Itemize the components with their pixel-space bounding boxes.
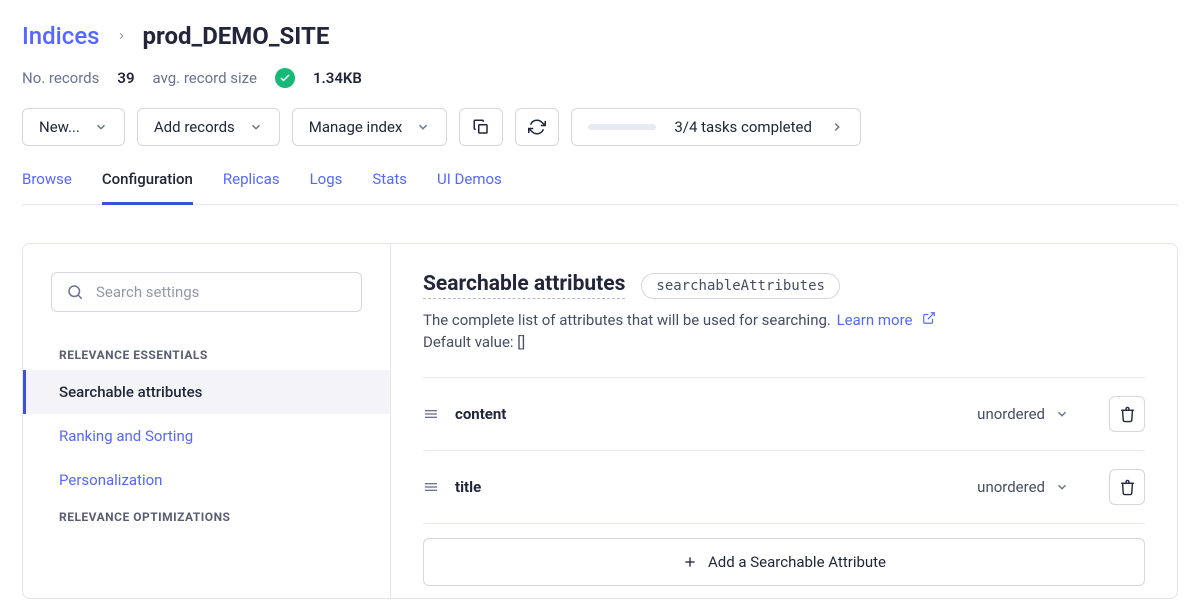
progress-bar	[588, 124, 656, 130]
add-attribute-button[interactable]: Add a Searchable Attribute	[423, 538, 1145, 586]
refresh-icon	[528, 118, 546, 136]
tab-configuration[interactable]: Configuration	[102, 170, 193, 205]
api-name-chip: searchableAttributes	[641, 273, 840, 299]
tab-replicas[interactable]: Replicas	[223, 170, 280, 205]
manage-index-button[interactable]: Manage index	[292, 108, 448, 146]
search-settings-box[interactable]	[51, 272, 362, 312]
settings-sidebar: RELEVANCE ESSENTIALSSearchable attribute…	[23, 244, 391, 598]
tab-logs[interactable]: Logs	[310, 170, 343, 205]
tab-stats[interactable]: Stats	[372, 170, 407, 205]
order-select[interactable]: unordered	[977, 405, 1069, 423]
check-circle-icon	[275, 68, 295, 88]
attribute-name: content	[455, 405, 961, 423]
new-button[interactable]: New...	[22, 108, 125, 146]
section-title: Searchable attributes	[423, 272, 625, 299]
sidebar-section-label: RELEVANCE ESSENTIALS	[23, 340, 390, 370]
chevron-right-icon	[830, 120, 844, 134]
attribute-row: title unordered	[423, 451, 1145, 524]
attribute-name: title	[455, 478, 961, 496]
records-value: 39	[117, 69, 134, 87]
chevron-right-icon	[116, 28, 127, 44]
index-meta: No. records 39 avg. record size 1.34KB	[22, 68, 1178, 88]
learn-more-link[interactable]: Learn more	[837, 311, 913, 329]
tasks-label: 3/4 tasks completed	[674, 118, 812, 136]
avg-size-value: 1.34KB	[313, 69, 362, 87]
drag-handle-icon[interactable]	[423, 479, 439, 495]
toolbar: New... Add records Manage index	[22, 108, 1178, 146]
tab-ui-demos[interactable]: UI Demos	[437, 170, 502, 205]
tabs: Browse Configuration Replicas Logs Stats UI D…	[22, 170, 1178, 205]
records-label: No. records	[22, 69, 99, 87]
add-records-button[interactable]: Add records	[137, 108, 280, 146]
avg-size-label: avg. record size	[153, 69, 257, 87]
breadcrumb-current: prod_DEMO_SITE	[143, 22, 330, 50]
chevron-down-icon	[249, 120, 263, 134]
search-icon	[66, 283, 84, 301]
tab-browse[interactable]: Browse	[22, 170, 72, 205]
delete-attribute-button[interactable]	[1109, 396, 1145, 432]
breadcrumb: Indices prod_DEMO_SITE	[22, 22, 1178, 50]
chevron-down-icon	[416, 120, 430, 134]
sidebar-section-label: RELEVANCE OPTIMIZATIONS	[23, 502, 390, 532]
tasks-progress-button[interactable]: 3/4 tasks completed	[571, 108, 861, 146]
sidebar-item-ranking-and-sorting[interactable]: Ranking and Sorting	[23, 414, 390, 458]
plus-icon	[682, 554, 698, 570]
default-value: Default value: []	[423, 333, 1145, 351]
chevron-down-icon	[94, 120, 108, 134]
delete-attribute-button[interactable]	[1109, 469, 1145, 505]
attributes-list: content unordered title unordered	[423, 377, 1145, 524]
order-select[interactable]: unordered	[977, 478, 1069, 496]
copy-button[interactable]	[459, 108, 503, 146]
section-description: The complete list of attributes that wil…	[423, 311, 1145, 329]
attribute-row: content unordered	[423, 377, 1145, 451]
main-content: Searchable attributes searchableAttribut…	[391, 244, 1177, 598]
breadcrumb-root-link[interactable]: Indices	[22, 22, 100, 50]
config-panel: RELEVANCE ESSENTIALSSearchable attribute…	[22, 243, 1178, 599]
external-link-icon	[922, 311, 936, 329]
search-settings-input[interactable]	[96, 283, 347, 301]
sidebar-item-searchable-attributes[interactable]: Searchable attributes	[23, 370, 390, 414]
copy-icon	[472, 118, 490, 136]
refresh-button[interactable]	[515, 108, 559, 146]
drag-handle-icon[interactable]	[423, 406, 439, 422]
sidebar-item-personalization[interactable]: Personalization	[23, 458, 390, 502]
